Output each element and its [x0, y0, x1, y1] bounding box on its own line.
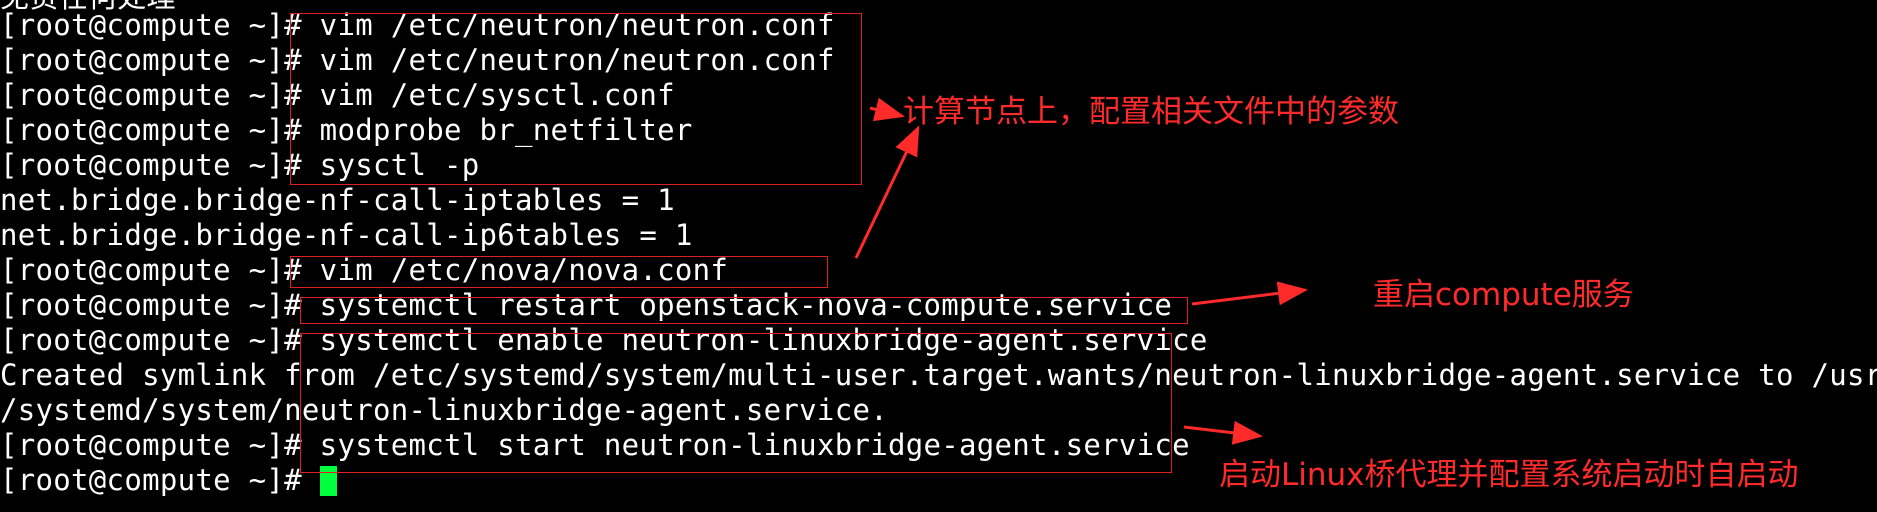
- restart-command-highlight: [300, 297, 1188, 324]
- output-text: net.bridge.bridge-nf-call-ip6tables = 1: [0, 218, 693, 252]
- shell-prompt: [root@compute ~]#: [0, 148, 302, 182]
- terminal-input-line[interactable]: [root@compute ~]#: [0, 463, 337, 498]
- shell-prompt: [root@compute ~]#: [0, 463, 302, 497]
- shell-prompt: [root@compute ~]#: [0, 323, 302, 357]
- bridge-annotation: 启动Linux桥代理并配置系统启动时自启动: [1219, 457, 1799, 493]
- terminal-output-line: net.bridge.bridge-nf-call-iptables = 1: [0, 183, 675, 218]
- output-text: net.bridge.bridge-nf-call-iptables = 1: [0, 183, 675, 217]
- restart-annotation: 重启compute服务: [1373, 277, 1634, 313]
- config-commands-highlight: [290, 13, 862, 185]
- shell-prompt: [root@compute ~]#: [0, 8, 302, 42]
- nova-conf-highlight: [290, 256, 828, 288]
- shell-prompt: [root@compute ~]#: [0, 78, 302, 112]
- terminal-output-line: net.bridge.bridge-nf-call-ip6tables = 1: [0, 218, 693, 253]
- shell-prompt: [root@compute ~]#: [0, 253, 302, 287]
- shell-prompt: [root@compute ~]#: [0, 113, 302, 147]
- bridge-agent-highlight: [300, 333, 1172, 473]
- shell-prompt: [root@compute ~]#: [0, 288, 302, 322]
- shell-prompt: [root@compute ~]#: [0, 428, 302, 462]
- config-annotation: 计算节点上，配置相关文件中的参数: [903, 94, 1399, 130]
- shell-prompt: [root@compute ~]#: [0, 43, 302, 77]
